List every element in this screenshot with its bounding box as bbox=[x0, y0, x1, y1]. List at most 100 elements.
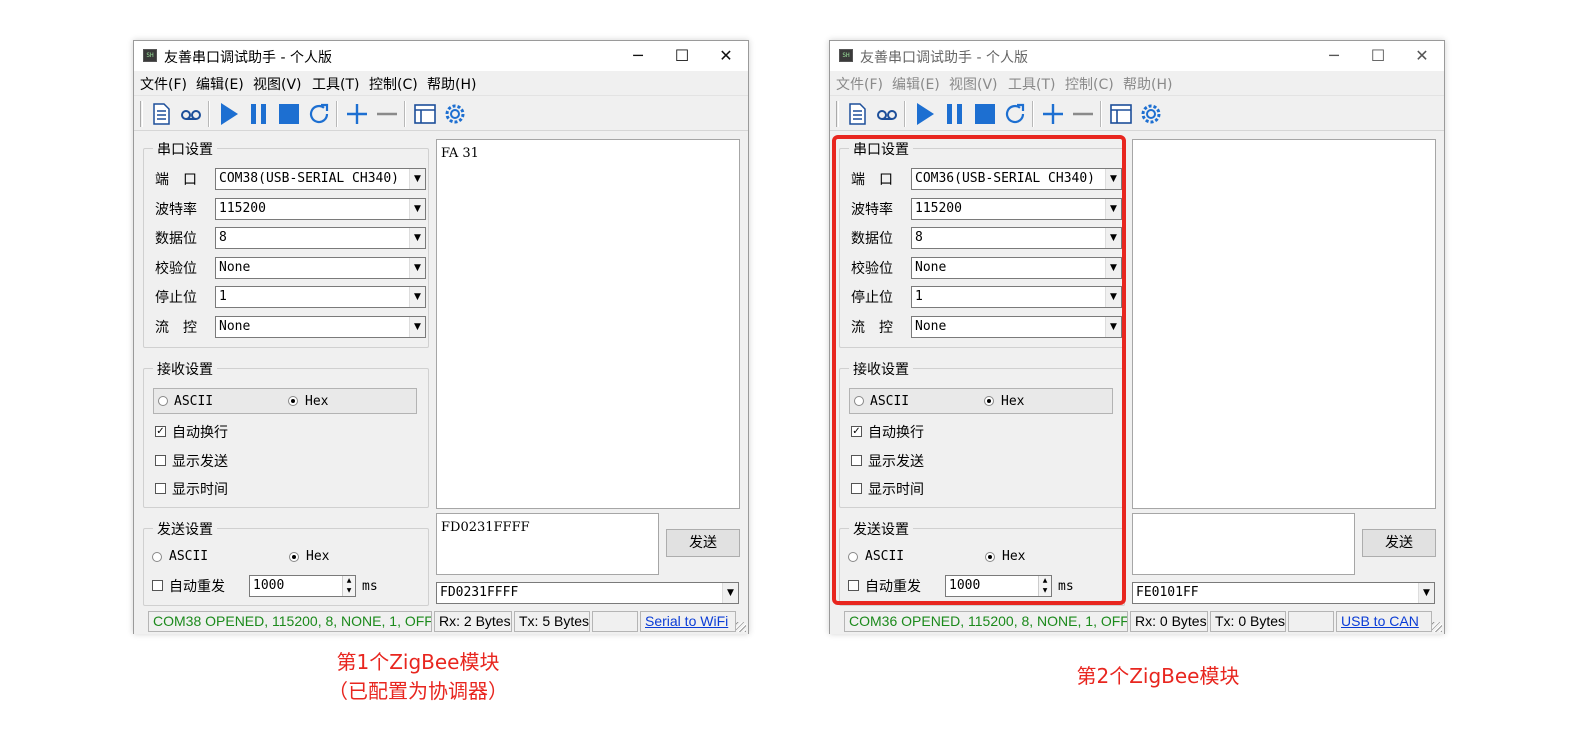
toolbar-grip[interactable] bbox=[836, 101, 839, 127]
serial-settings-highlight bbox=[832, 135, 1126, 605]
menu-tools[interactable]: 工具(T) bbox=[312, 74, 359, 94]
add-icon[interactable] bbox=[1040, 101, 1066, 127]
send-textarea[interactable] bbox=[1132, 513, 1355, 575]
send-settings-title: 发送设置 bbox=[153, 519, 217, 539]
status-link[interactable]: Serial to WiFi bbox=[640, 611, 736, 632]
chevron-down-icon[interactable]: ▼ bbox=[409, 287, 425, 307]
show-send-checkbox[interactable] bbox=[155, 455, 166, 466]
send-button[interactable]: 发送 bbox=[1362, 529, 1436, 557]
toolbar-grip[interactable] bbox=[140, 101, 143, 127]
minimize-button[interactable]: ─ bbox=[1320, 44, 1348, 68]
send-history-value: FE0101FF bbox=[1136, 585, 1199, 600]
close-button[interactable]: ✕ bbox=[712, 44, 740, 68]
chevron-down-icon[interactable]: ▼ bbox=[409, 317, 425, 337]
send-history-select[interactable]: FD0231FFFF ▼ bbox=[436, 582, 739, 604]
minimize-button[interactable]: ─ bbox=[624, 44, 652, 68]
document-icon[interactable] bbox=[844, 101, 870, 127]
receive-textarea[interactable] bbox=[1132, 139, 1436, 509]
menu-tools[interactable]: 工具(T) bbox=[1008, 74, 1055, 94]
auto-resend-label: 自动重发 bbox=[169, 579, 225, 595]
close-button[interactable]: ✕ bbox=[1408, 44, 1436, 68]
chevron-down-icon[interactable]: ▼ bbox=[409, 169, 425, 189]
send-hex-radio[interactable] bbox=[289, 552, 299, 562]
baud-select[interactable]: 115200 ▼ bbox=[215, 198, 426, 220]
menu-help[interactable]: 帮助(H) bbox=[1123, 74, 1172, 94]
settings-icon[interactable] bbox=[1138, 101, 1164, 127]
pause-icon[interactable] bbox=[942, 101, 968, 127]
toolbar bbox=[830, 95, 1444, 131]
receive-textarea[interactable]: FA 31 bbox=[436, 139, 740, 509]
refresh-icon[interactable] bbox=[306, 101, 332, 127]
toolbar-separator bbox=[904, 101, 906, 127]
send-history-select[interactable]: FE0101FF ▼ bbox=[1132, 582, 1435, 604]
maximize-button[interactable]: ☐ bbox=[668, 44, 696, 68]
remove-icon[interactable] bbox=[1070, 101, 1096, 127]
baud-label: 波特率 bbox=[155, 202, 197, 218]
auto-resend-checkbox[interactable] bbox=[152, 580, 163, 591]
parity-select[interactable]: None ▼ bbox=[215, 257, 426, 279]
receive-ascii-radio[interactable] bbox=[158, 396, 168, 406]
flow-select[interactable]: None ▼ bbox=[215, 316, 426, 338]
resend-interval-input[interactable]: 1000 ▲ ▼ bbox=[249, 575, 356, 597]
flow-value: None bbox=[219, 319, 251, 334]
menu-help[interactable]: 帮助(H) bbox=[427, 74, 476, 94]
chevron-down-icon[interactable]: ▼ bbox=[409, 199, 425, 219]
maximize-button[interactable]: ☐ bbox=[1364, 44, 1392, 68]
menu-file[interactable]: 文件(F) bbox=[836, 74, 883, 94]
window-icon[interactable] bbox=[412, 101, 438, 127]
refresh-icon[interactable] bbox=[1002, 101, 1028, 127]
send-settings-group: 发送设置 ASCII Hex 自动重发 1000 ▲ ▼ ms bbox=[143, 519, 429, 607]
status-link[interactable]: USB to CAN bbox=[1336, 611, 1432, 632]
caption-module-1-line1: 第1个ZigBee模块 bbox=[336, 650, 500, 674]
resize-grip[interactable] bbox=[1432, 622, 1442, 632]
stopbits-select[interactable]: 1 ▼ bbox=[215, 286, 426, 308]
caption-module-2: 第2个ZigBee模块 bbox=[1076, 664, 1240, 688]
send-textarea[interactable]: FD0231FFFF bbox=[436, 513, 659, 575]
menu-control[interactable]: 控制(C) bbox=[1065, 74, 1114, 94]
menu-edit[interactable]: 编辑(E) bbox=[196, 74, 244, 94]
stop-icon[interactable] bbox=[276, 101, 302, 127]
port-select[interactable]: COM38(USB-SERIAL CH340) ▼ bbox=[215, 168, 426, 190]
send-history-value: FD0231FFFF bbox=[440, 585, 519, 600]
show-time-checkbox[interactable] bbox=[155, 483, 166, 494]
title-bar[interactable]: SH 友善串口调试助手 - 个人版 ─ ☐ ✕ bbox=[830, 41, 1444, 71]
send-button[interactable]: 发送 bbox=[666, 529, 740, 557]
receive-text: FA 31 bbox=[441, 146, 479, 161]
status-tx: Tx: 0 Bytes bbox=[1210, 611, 1286, 632]
menu-view[interactable]: 视图(V) bbox=[949, 74, 998, 94]
menu-edit[interactable]: 编辑(E) bbox=[892, 74, 940, 94]
chevron-down-icon[interactable]: ▼ bbox=[409, 258, 425, 278]
add-icon[interactable] bbox=[344, 101, 370, 127]
toolbar bbox=[134, 95, 748, 131]
document-icon[interactable] bbox=[148, 101, 174, 127]
chevron-down-icon[interactable]: ▼ bbox=[409, 228, 425, 248]
chevron-down-icon[interactable]: ▼ bbox=[722, 583, 738, 603]
databits-label: 数据位 bbox=[155, 231, 197, 247]
receive-hex-radio[interactable] bbox=[288, 396, 298, 406]
databits-value: 8 bbox=[219, 230, 227, 245]
menu-file[interactable]: 文件(F) bbox=[140, 74, 187, 94]
title-bar[interactable]: SH 友善串口调试助手 - 个人版 ─ ☐ ✕ bbox=[134, 41, 748, 71]
chevron-down-icon[interactable]: ▼ bbox=[1418, 583, 1434, 603]
window-icon[interactable] bbox=[1108, 101, 1134, 127]
send-text: FD0231FFFF bbox=[441, 520, 530, 535]
play-icon[interactable] bbox=[216, 101, 242, 127]
serial-assistant-window-1: SH 友善串口调试助手 - 个人版 ─ ☐ ✕ 文件(F) 编辑(E) 视图(V… bbox=[133, 40, 749, 634]
spinner-arrows-icon[interactable]: ▲ ▼ bbox=[342, 576, 355, 596]
stop-icon[interactable] bbox=[972, 101, 998, 127]
send-ascii-radio[interactable] bbox=[152, 552, 162, 562]
play-icon[interactable] bbox=[912, 101, 938, 127]
remove-icon[interactable] bbox=[374, 101, 400, 127]
pause-icon[interactable] bbox=[246, 101, 272, 127]
menu-view[interactable]: 视图(V) bbox=[253, 74, 302, 94]
record-icon[interactable] bbox=[874, 101, 900, 127]
databits-select[interactable]: 8 ▼ bbox=[215, 227, 426, 249]
receive-hex-label: Hex bbox=[305, 394, 329, 409]
serial-assistant-window-2: SH 友善串口调试助手 - 个人版 ─ ☐ ✕ 文件(F) 编辑(E) 视图(V… bbox=[829, 40, 1445, 634]
resize-grip[interactable] bbox=[736, 622, 746, 632]
menu-control[interactable]: 控制(C) bbox=[369, 74, 418, 94]
record-icon[interactable] bbox=[178, 101, 204, 127]
receive-settings-title: 接收设置 bbox=[153, 359, 217, 379]
auto-newline-checkbox[interactable]: ✓ bbox=[155, 426, 166, 437]
settings-icon[interactable] bbox=[442, 101, 468, 127]
